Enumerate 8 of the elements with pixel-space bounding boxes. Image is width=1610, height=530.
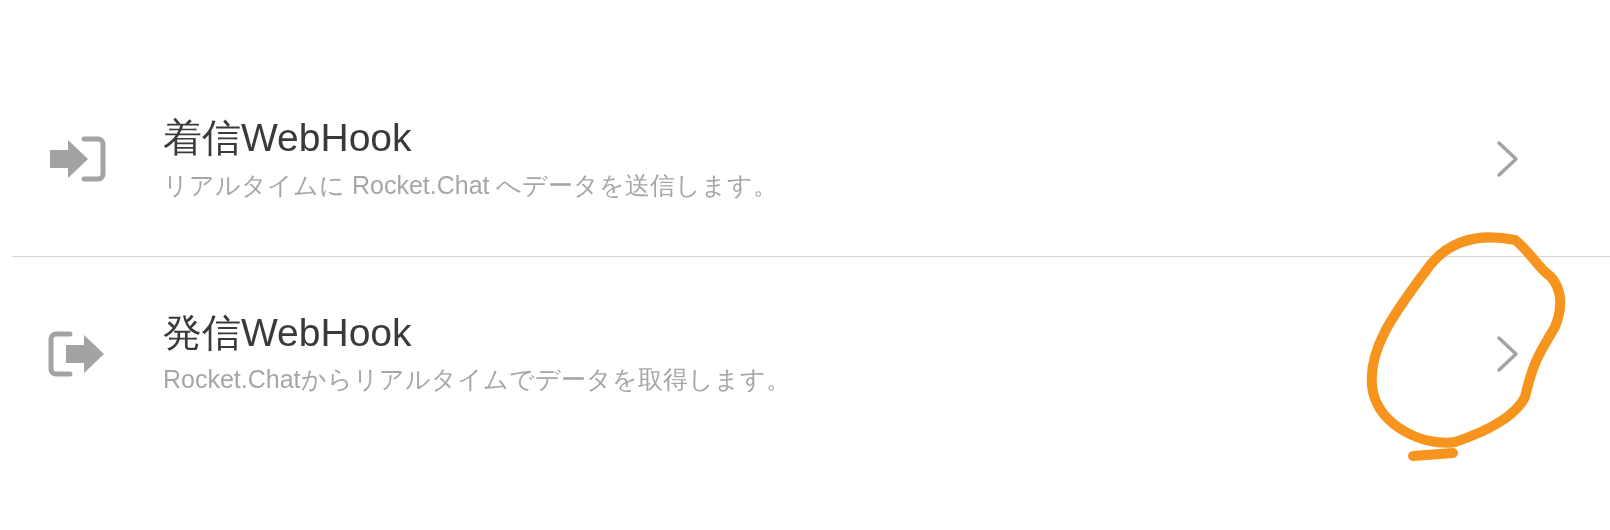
item-description: リアルタイムに Rocket.Chat へデータを送信します。 [163,169,780,201]
item-title[interactable]: 発信WebHook [163,309,1496,357]
chevron-right-icon[interactable] [1496,140,1520,178]
item-description: Rocket.Chatからリアルタイムでデータを取得します。 [163,364,792,396]
item-title[interactable]: 着信WebHook [163,115,1496,162]
sign-in-icon [48,135,106,183]
sign-out-icon [48,329,106,378]
chevron-right-icon[interactable] [1496,334,1520,373]
